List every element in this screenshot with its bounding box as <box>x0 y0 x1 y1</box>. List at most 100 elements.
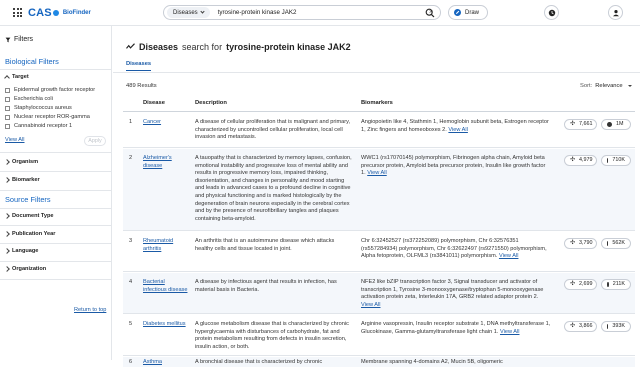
target-view-all-link[interactable]: View All <box>5 137 25 143</box>
language-filter-toggle[interactable]: Language <box>4 248 39 254</box>
row-number: 2 <box>129 155 133 161</box>
target-option-3[interactable]: Nuclear receptor ROR-gamma <box>5 114 90 120</box>
apply-button[interactable]: Apply <box>84 136 106 146</box>
row-number: 3 <box>129 238 133 244</box>
biomarkers-view-all-link[interactable]: View All <box>499 253 519 259</box>
molecule-icon: ✣ <box>570 322 576 329</box>
disease-link[interactable]: Alzheimer's disease <box>143 155 189 170</box>
publication-year-filter-toggle[interactable]: Publication Year <box>4 231 56 237</box>
filters-sidebar: Filters Biological Filters Target Epider… <box>0 26 112 360</box>
reference-icon <box>607 282 609 287</box>
apps-grid-icon[interactable] <box>13 8 22 17</box>
draw-button[interactable]: Draw <box>448 5 488 20</box>
target-count-button[interactable]: ✣ 7,661 <box>564 119 597 130</box>
publication-year-filter-label: Publication Year <box>12 231 56 237</box>
history-button[interactable] <box>544 5 559 20</box>
logo-subtitle: BioFinder <box>62 10 91 16</box>
organization-filter-toggle[interactable]: Organization <box>4 266 46 272</box>
reference-count-button[interactable]: 562K <box>601 238 631 249</box>
document-type-filter-toggle[interactable]: Document Type <box>4 213 54 219</box>
tab-diseases[interactable]: Diseases <box>126 61 152 71</box>
column-header-description[interactable]: Description <box>195 100 227 106</box>
target-option-2[interactable]: Staphylococcus aureus <box>5 105 72 111</box>
target-count: 7,661 <box>579 120 593 127</box>
page-title-mid: search for <box>182 42 223 52</box>
row-number: 4 <box>129 279 133 285</box>
reference-count-button[interactable]: 710K <box>601 155 631 166</box>
divider <box>0 279 112 280</box>
biomarkers-list: NFE2 like bZIP transcription factor 3, S… <box>361 279 544 301</box>
language-filter-label: Language <box>12 248 39 254</box>
target-count-button[interactable]: ✣ 3,790 <box>564 238 597 249</box>
checkbox[interactable] <box>5 96 10 102</box>
target-filter-toggle[interactable]: Target <box>4 74 29 81</box>
disease-description: A disease by infectious agent that resul… <box>195 279 337 293</box>
checkbox[interactable] <box>5 87 10 93</box>
row-number: 6 <box>129 359 133 365</box>
disease-link[interactable]: Asthma <box>143 359 189 367</box>
account-button[interactable] <box>608 5 623 20</box>
target-option-label: Nuclear receptor ROR-gamma <box>14 114 90 120</box>
organism-filter-label: Organism <box>12 159 39 165</box>
target-count-button[interactable]: ✣ 2,699 <box>564 279 597 290</box>
reference-count-button[interactable]: 393K <box>601 321 631 332</box>
disease-description: A bronchial disease that is characterize… <box>195 359 323 365</box>
logo-cas-text: CAS <box>28 7 52 19</box>
biomarkers-view-all-link[interactable]: View All <box>500 329 520 335</box>
return-to-top-link[interactable]: Return to top <box>74 307 106 313</box>
disease-description: A disease of cellular proliferation that… <box>195 119 351 141</box>
reference-count: 211K <box>612 280 625 287</box>
target-filter-label: Target <box>12 74 29 80</box>
user-icon <box>612 9 619 16</box>
filters-title-text: Filters <box>14 36 34 43</box>
logo-dot-icon <box>52 10 59 16</box>
chevron-right-icon <box>4 266 10 272</box>
molecule-icon: ✣ <box>570 239 576 246</box>
target-count-button[interactable]: ✣ 4,979 <box>564 155 597 166</box>
search-input[interactable]: tyrosine-protein kinase JAK2 <box>218 9 429 16</box>
search-category-value: Diseases <box>173 9 198 16</box>
disease-link[interactable]: Cancer <box>143 119 189 127</box>
target-option-0[interactable]: Epidermal growth factor receptor <box>5 87 95 93</box>
column-header-biomarkers[interactable]: Biomarkers <box>361 100 393 106</box>
search-category-select[interactable]: Diseases <box>167 7 210 18</box>
tab-divider <box>113 72 640 73</box>
biomarkers-view-all-link[interactable]: View All <box>361 302 381 308</box>
search-bar: Diseases tyrosine-protein kinase JAK2 × <box>163 5 441 20</box>
table-header: Disease Description Biomarkers <box>123 96 635 112</box>
page-title-category: Diseases <box>139 42 179 52</box>
biomarker-filter-toggle[interactable]: Biomarker <box>4 177 40 183</box>
chevron-right-icon <box>4 213 10 219</box>
column-header-disease[interactable]: Disease <box>143 100 165 106</box>
biomarkers-view-all-link[interactable]: View All <box>367 170 387 176</box>
app-logo[interactable]: CAS BioFinder <box>28 4 91 22</box>
disease-link[interactable]: Diabetes mellitus <box>143 321 189 329</box>
reference-icon <box>607 158 609 163</box>
checkbox[interactable] <box>5 105 10 111</box>
filter-icon <box>5 37 11 42</box>
biomarkers-list: WWC1 (rs17070145) polymorphism, Fibrinog… <box>361 155 546 177</box>
target-option-label: Epidermal growth factor receptor <box>14 87 96 93</box>
disease-link[interactable]: Rheumatoid arthritis <box>143 238 189 253</box>
target-option-1[interactable]: Escherichia coli <box>5 96 53 102</box>
divider <box>0 171 112 172</box>
biomarkers-list: Chr 6:32452527 (rs372252089) polymorphis… <box>361 238 547 260</box>
divider <box>0 261 112 262</box>
sort-select[interactable]: Sort: Relevance <box>580 83 632 89</box>
search-icon[interactable] <box>425 8 435 18</box>
divider <box>0 208 112 209</box>
organism-filter-toggle[interactable]: Organism <box>4 159 39 165</box>
target-option-4[interactable]: Cannabinoid receptor 1 <box>5 123 72 129</box>
biomarkers-view-all-link[interactable]: View All <box>448 127 468 133</box>
filters-title: Filters <box>5 36 33 43</box>
top-header: CAS BioFinder Diseases tyrosine-protein … <box>0 0 640 26</box>
biomarkers-text: Angiopoietin like 4, Stathmin 1, Hemoglo… <box>361 119 551 134</box>
reference-count-button[interactable]: 1M <box>601 119 631 130</box>
target-count-button[interactable]: ✣ 3,866 <box>564 321 597 332</box>
target-count: 3,790 <box>579 239 593 246</box>
disease-link[interactable]: Bacterial infectious disease <box>143 279 189 294</box>
checkbox[interactable] <box>5 114 10 120</box>
reference-count-button[interactable]: 211K <box>601 279 631 290</box>
checkbox[interactable] <box>5 123 10 129</box>
document-type-filter-label: Document Type <box>12 213 54 219</box>
